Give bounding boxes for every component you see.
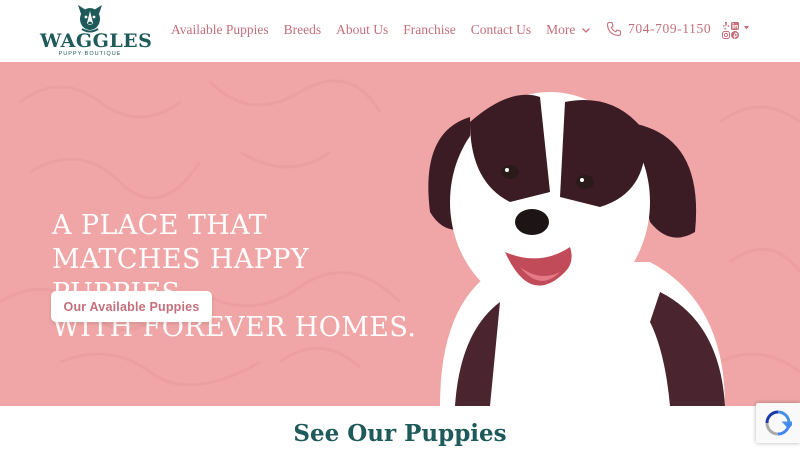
available-puppies-button-label: Our Available Puppies — [63, 299, 200, 314]
section-title: See Our Puppies — [293, 420, 507, 447]
waggles-logo[interactable]: WAGGLES PUPPY BOUTIQUE — [40, 4, 153, 60]
nav-more-dropdown[interactable]: More — [546, 22, 591, 38]
logo-wordmark: WAGGLES — [40, 30, 153, 52]
yelp-icon[interactable] — [722, 22, 730, 30]
hero-headline: A PLACE THAT MATCHES HAPPY PUPPIES WITH … — [52, 209, 416, 345]
nav-breeds[interactable]: Breeds — [284, 22, 322, 38]
phone-number: 704-709-1150 — [628, 21, 712, 36]
nav-contact-us[interactable]: Contact Us — [471, 22, 531, 38]
nav-about-us[interactable]: About Us — [336, 22, 388, 38]
headline-line-1: A PLACE THAT — [52, 210, 268, 241]
phone-icon — [606, 21, 622, 37]
nav-more-label: More — [546, 22, 576, 37]
available-puppies-button[interactable]: Our Available Puppies — [51, 291, 212, 322]
recaptcha-badge[interactable] — [756, 403, 800, 443]
headline-line-2: MATCHES HAPPY — [52, 244, 310, 275]
phone-link[interactable]: 704-709-1150 — [606, 21, 711, 37]
logo-tagline: PUPPY BOUTIQUE — [58, 51, 122, 57]
nav-franchise[interactable]: Franchise — [403, 22, 455, 38]
instagram-icon[interactable] — [722, 31, 730, 39]
pinterest-icon[interactable] — [731, 31, 739, 39]
linkedin-icon[interactable] — [731, 22, 739, 30]
caret-down-icon[interactable] — [744, 26, 749, 30]
chevron-down-icon — [582, 28, 591, 33]
site-header: WAGGLES PUPPY BOUTIQUE Available Puppies… — [0, 0, 800, 62]
nav-available-puppies[interactable]: Available Puppies — [171, 22, 269, 38]
main-nav: Available Puppies Breeds About Us Franch… — [171, 22, 591, 38]
hero-banner: A PLACE THAT MATCHES HAPPY PUPPIES WITH … — [0, 62, 800, 406]
social-links — [722, 22, 752, 40]
puppy-photo — [428, 92, 725, 406]
recaptcha-icon — [765, 410, 792, 436]
